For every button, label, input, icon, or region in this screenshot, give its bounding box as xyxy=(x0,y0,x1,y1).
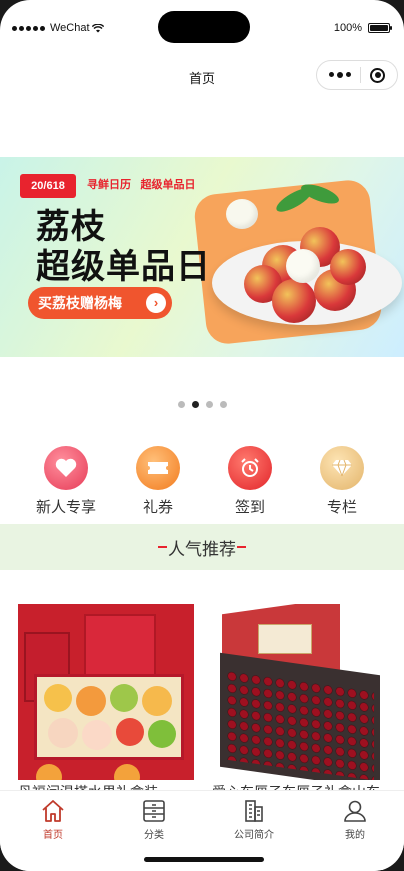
pagination-dot-active[interactable] xyxy=(191,401,199,408)
fruit-gift-box-image xyxy=(18,604,194,780)
fresh-calendar-logo: 寻鲜日历 xyxy=(87,179,131,191)
quick-link-label: 新人专享 xyxy=(35,499,96,516)
quick-links: 新人专享 礼券 签到 专栏 xyxy=(0,446,404,518)
phone-screen: WeChat 100% 首页 20/618 寻鲜日历 超级单品日 荔枝 超级单品… xyxy=(0,0,404,871)
sale-618-badge: 20/618 xyxy=(20,174,76,198)
quick-link-label: 礼券 xyxy=(142,499,173,516)
banner-cta-button[interactable]: 买荔枝赠杨梅 › xyxy=(28,287,172,319)
fruit-image xyxy=(148,720,176,748)
quick-link-coupon[interactable]: 礼券 xyxy=(118,446,198,517)
wifi-icon xyxy=(91,23,104,32)
status-left: WeChat xyxy=(12,22,104,34)
carrier-label: WeChat xyxy=(50,22,90,34)
tab-label: 公司简介 xyxy=(234,830,274,841)
tab-label: 分类 xyxy=(144,830,164,841)
headline-line-1: 荔枝 xyxy=(36,208,106,246)
home-icon xyxy=(42,800,64,822)
fruit-image xyxy=(116,718,144,746)
section-title: 人气推荐 xyxy=(168,539,236,559)
battery-percent: 100% xyxy=(333,22,362,34)
diamond-icon xyxy=(320,446,364,490)
promo-banner[interactable]: 20/618 寻鲜日历 超级单品日 荔枝 超级单品日 买荔枝赠杨梅 › xyxy=(0,157,404,357)
fruit-image xyxy=(44,684,72,712)
title-dash-left xyxy=(158,546,167,548)
title-dash-right xyxy=(237,546,246,548)
fruit-image xyxy=(114,764,140,780)
quick-link-column[interactable]: 专栏 xyxy=(302,446,382,517)
peeled-lychee-image xyxy=(226,199,258,229)
battery-icon xyxy=(368,23,392,33)
banner-headline: 荔枝 超级单品日 xyxy=(36,207,211,287)
user-icon xyxy=(344,800,366,822)
status-bar: WeChat 100% xyxy=(0,20,404,38)
quick-link-checkin[interactable]: 签到 xyxy=(210,446,290,517)
fruit-image xyxy=(36,764,62,780)
tab-label: 首页 xyxy=(43,830,63,841)
product-card[interactable]: 丹福闫温搭水果礼盒装 xyxy=(18,604,194,800)
cherry-gift-box-image xyxy=(212,604,388,780)
tab-mine[interactable]: 我的 xyxy=(310,799,400,841)
pagination-dot[interactable] xyxy=(219,401,227,408)
tab-label: 我的 xyxy=(345,830,365,841)
fruit-image xyxy=(76,686,106,716)
lychee-image xyxy=(330,249,366,285)
ticket-icon xyxy=(136,446,180,490)
building-icon xyxy=(245,800,263,822)
product-card[interactable]: 爱心车厘子车厘子礼盒山东 xyxy=(212,604,388,800)
quick-link-label: 签到 xyxy=(234,499,265,516)
product-grid: 丹福闫温搭水果礼盒装 爱心车厘子车厘子礼盒山东 xyxy=(0,604,404,800)
category-icon xyxy=(143,800,165,822)
popular-section-header: 人气推荐 xyxy=(0,524,404,570)
tab-company[interactable]: 公司简介 xyxy=(209,799,299,841)
tab-category[interactable]: 分类 xyxy=(109,799,199,841)
tab-home[interactable]: 首页 xyxy=(8,799,98,841)
signal-icon xyxy=(12,25,45,31)
arrow-right-icon: › xyxy=(146,293,166,313)
banner-pagination xyxy=(0,401,404,408)
close-miniprogram-icon[interactable] xyxy=(370,67,385,83)
status-right: 100% xyxy=(333,22,392,34)
alarm-clock-icon xyxy=(228,446,272,490)
headline-line-2: 超级单品日 xyxy=(36,248,211,286)
fruit-image xyxy=(82,720,112,750)
pagination-dot[interactable] xyxy=(205,401,213,408)
fruit-image xyxy=(142,686,172,716)
fruit-image xyxy=(48,718,78,748)
navigation-bar: 首页 xyxy=(0,58,404,94)
quick-link-newcomer[interactable]: 新人专享 xyxy=(26,446,106,517)
pagination-dot[interactable] xyxy=(177,401,185,408)
quick-link-label: 专栏 xyxy=(326,499,357,516)
more-icon[interactable] xyxy=(329,72,351,78)
fruit-image xyxy=(110,684,138,712)
miniprogram-capsule xyxy=(316,60,398,90)
box-label-decoration xyxy=(258,624,312,654)
banner-cta-label: 买荔枝赠杨梅 xyxy=(38,295,122,311)
lychee-image xyxy=(272,279,316,323)
peeled-lychee-image xyxy=(286,249,320,283)
home-indicator[interactable] xyxy=(144,857,264,862)
capsule-divider xyxy=(360,67,361,83)
heart-icon xyxy=(44,446,88,490)
super-product-day-logo: 超级单品日 xyxy=(140,179,196,191)
